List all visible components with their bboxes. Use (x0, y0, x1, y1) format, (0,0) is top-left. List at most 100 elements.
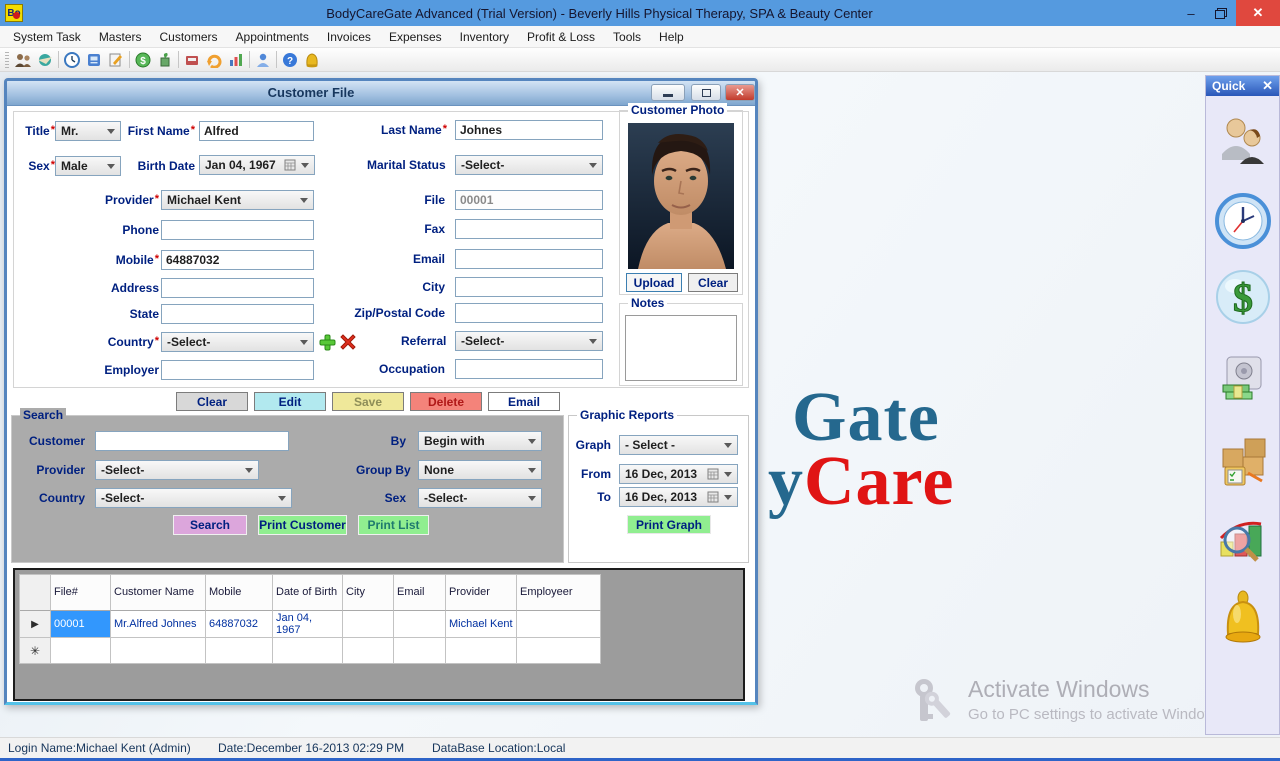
reports-icon[interactable] (225, 50, 247, 70)
grid-cell-empty[interactable] (206, 638, 273, 664)
email-field[interactable] (455, 249, 603, 269)
grid-header-mobile[interactable]: Mobile (206, 575, 273, 611)
dialog-maximize-button[interactable] (691, 84, 721, 101)
title-select[interactable]: Mr. (55, 121, 121, 141)
grid-header-file[interactable]: File# (51, 575, 111, 611)
masters-icon[interactable] (34, 50, 56, 70)
delete-button[interactable]: Delete (410, 392, 482, 411)
referral-select[interactable]: -Select- (455, 331, 603, 351)
grid-cell-empty[interactable] (273, 638, 343, 664)
edit-button[interactable]: Edit (254, 392, 326, 411)
quick-inventory-icon[interactable] (1214, 432, 1272, 490)
search-provider-select[interactable]: -Select- (95, 460, 259, 480)
occupation-field[interactable] (455, 359, 603, 379)
clear-button[interactable]: Clear (176, 392, 248, 411)
grid-row-selector[interactable]: ▶ (20, 611, 51, 638)
menu-help[interactable]: Help (650, 26, 693, 48)
quick-reminders-icon[interactable] (1214, 590, 1272, 648)
grid-header-date-of-birth[interactable]: Date of Birth (273, 575, 343, 611)
menu-tools[interactable]: Tools (604, 26, 650, 48)
quick-close-icon[interactable]: ✕ (1262, 78, 1273, 94)
graph-select[interactable]: - Select - (619, 435, 738, 455)
dialog-close-button[interactable]: ✕ (725, 84, 755, 101)
search-button[interactable]: Search (173, 515, 247, 535)
menu-appointments[interactable]: Appointments (227, 26, 318, 48)
grid-cell-file[interactable]: 00001 (51, 611, 111, 638)
print-list-button[interactable]: Print List (358, 515, 429, 535)
sex-select[interactable]: Male (55, 156, 121, 176)
pos-icon[interactable] (181, 50, 203, 70)
fax-field[interactable] (455, 219, 603, 239)
menu-profit-loss[interactable]: Profit & Loss (518, 26, 604, 48)
upload-photo-button[interactable]: Upload (626, 273, 682, 292)
dialog-minimize-button[interactable] (651, 84, 685, 101)
grid-cell-date-of-birth[interactable]: Jan 04, 1967 (273, 611, 343, 638)
marital-status-select[interactable]: -Select- (455, 155, 603, 175)
customers-icon[interactable] (12, 50, 34, 70)
country-select[interactable]: -Select- (161, 332, 314, 352)
menu-invoices[interactable]: Invoices (318, 26, 380, 48)
print-graph-button[interactable]: Print Graph (627, 515, 711, 534)
menu-customers[interactable]: Customers (151, 26, 227, 48)
grid-cell-provider[interactable]: Michael Kent (446, 611, 517, 638)
search-customer-input[interactable] (95, 431, 289, 451)
search-group-by-select[interactable]: None (418, 460, 542, 480)
file-number-field[interactable] (455, 190, 603, 210)
grid-cell-empty[interactable] (343, 638, 394, 664)
staff-icon[interactable] (252, 50, 274, 70)
grid-header-customer-name[interactable]: Customer Name (111, 575, 206, 611)
grid-new-row-selector[interactable]: ✳ (20, 638, 51, 664)
close-button[interactable]: ✕ (1236, 0, 1280, 26)
grid-header-city[interactable]: City (343, 575, 394, 611)
grid-cell-email[interactable] (394, 611, 446, 638)
to-date-picker[interactable]: 16 Dec, 2013 (619, 487, 738, 507)
delete-country-icon[interactable] (340, 334, 356, 350)
clear-photo-button[interactable]: Clear (688, 273, 738, 292)
help-icon[interactable]: ? (279, 50, 301, 70)
mobile-field[interactable] (161, 250, 314, 270)
expenses-icon[interactable] (154, 50, 176, 70)
menu-inventory[interactable]: Inventory (451, 26, 518, 48)
grid-cell-city[interactable] (343, 611, 394, 638)
search-country-select[interactable]: -Select- (95, 488, 292, 508)
contacts-icon[interactable] (83, 50, 105, 70)
first-name-field[interactable] (199, 121, 314, 141)
grid-cell-customer-name[interactable]: Mr.Alfred Johnes (111, 611, 206, 638)
grid-cell-employeer[interactable] (517, 611, 601, 638)
grid-header-email[interactable]: Email (394, 575, 446, 611)
reminders-icon[interactable] (301, 50, 323, 70)
quick-appointments-icon[interactable] (1214, 192, 1272, 250)
provider-select[interactable]: Michael Kent (161, 190, 314, 210)
grid-cell-empty[interactable] (517, 638, 601, 664)
appointments-icon[interactable] (61, 50, 83, 70)
refresh-icon[interactable] (203, 50, 225, 70)
phone-field[interactable] (161, 220, 314, 240)
grid-cell-empty[interactable] (446, 638, 517, 664)
save-button[interactable]: Save (332, 392, 404, 411)
minimize-button[interactable]: – (1176, 0, 1206, 26)
add-country-icon[interactable] (319, 334, 336, 351)
invoices-icon[interactable] (105, 50, 127, 70)
from-date-picker[interactable]: 16 Dec, 2013 (619, 464, 738, 484)
quick-reports-icon[interactable] (1214, 512, 1272, 570)
print-customer-button[interactable]: Print Customer (258, 515, 347, 535)
menu-expenses[interactable]: Expenses (380, 26, 451, 48)
menu-masters[interactable]: Masters (90, 26, 151, 48)
grid-cell-empty[interactable] (111, 638, 206, 664)
last-name-field[interactable] (455, 120, 603, 140)
grid-cell-empty[interactable] (51, 638, 111, 664)
restore-button[interactable] (1206, 0, 1236, 26)
city-field[interactable] (455, 277, 603, 297)
search-sex-select[interactable]: -Select- (418, 488, 542, 508)
grid-header-provider[interactable]: Provider (446, 575, 517, 611)
search-by-select[interactable]: Begin with (418, 431, 542, 451)
birth-date-picker[interactable]: Jan 04, 1967 (199, 155, 315, 175)
grid-header-employeer[interactable]: Employeer (517, 575, 601, 611)
menu-system-task[interactable]: System Task (4, 26, 90, 48)
payments-icon[interactable]: $ (132, 50, 154, 70)
quick-payments-icon[interactable]: $ (1214, 268, 1272, 326)
state-field[interactable] (161, 304, 314, 324)
grid-cell-mobile[interactable]: 64887032 (206, 611, 273, 638)
employer-field[interactable] (161, 360, 314, 380)
notes-textarea[interactable] (625, 315, 737, 381)
